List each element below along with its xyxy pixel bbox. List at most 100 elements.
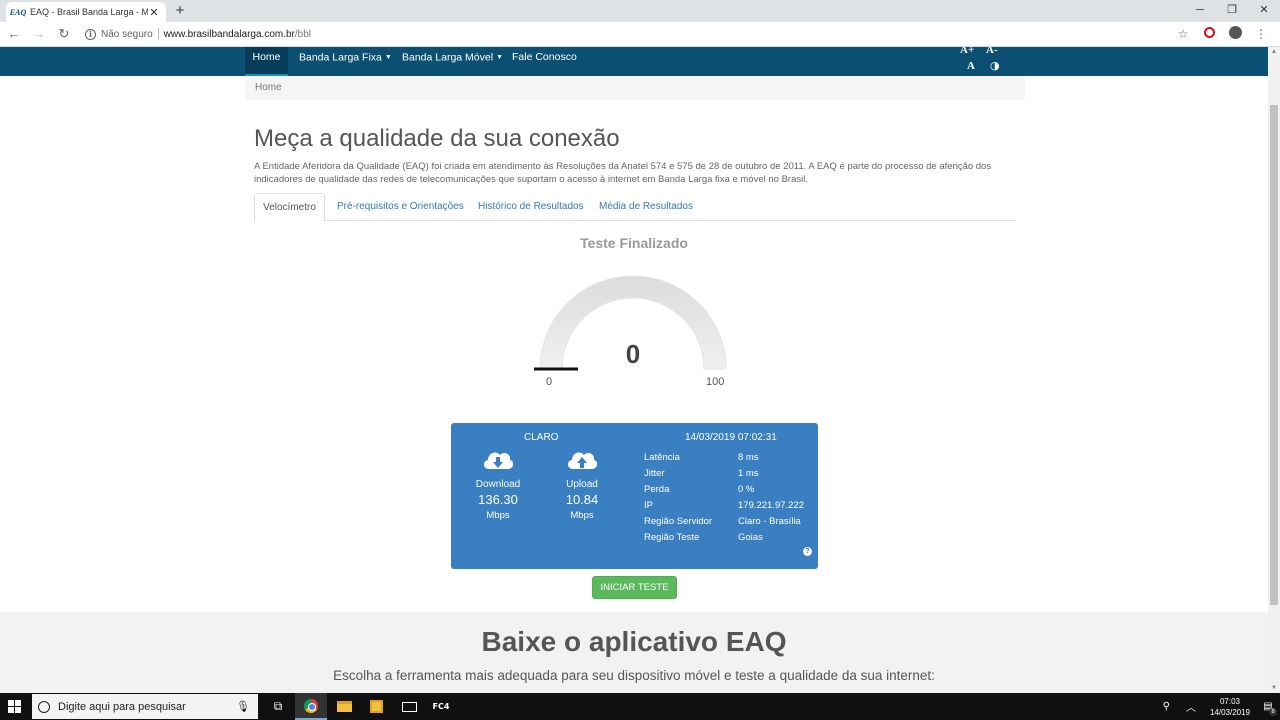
gauge-min-label: 0 xyxy=(546,376,553,388)
page-intro: A Entidade Aferidora da Qualidade (EAQ) … xyxy=(254,161,992,185)
microphone-icon[interactable]: 🎙 xyxy=(236,700,250,713)
help-icon[interactable]: ? xyxy=(803,547,812,556)
back-button[interactable]: ← xyxy=(3,23,25,45)
tab-media[interactable]: Média de Resultados xyxy=(599,193,693,221)
fc4-label: FC4 xyxy=(432,702,450,711)
page-scrollbar[interactable]: ▲ ▼ xyxy=(1268,47,1280,693)
font-reset-button[interactable]: A xyxy=(967,60,975,72)
forward-button[interactable]: → xyxy=(28,23,50,45)
cortana-icon xyxy=(38,700,50,713)
window-controls: ─ ❐ ✕ xyxy=(1184,0,1280,22)
browser-tab[interactable]: EAQ EAQ - Brasil Banda Larga - Meça ✕ xyxy=(6,2,166,22)
metric-key: Latência xyxy=(644,452,680,463)
taskbar-search-placeholder: Digite aqui para pesquisar xyxy=(58,700,186,713)
metric-key: Região Servidor xyxy=(644,516,713,527)
system-tray: ⚲ ︿ 07:03 14/03/2019 ▤ 8 xyxy=(1155,693,1280,720)
download-result: Download 136.30 Mbps xyxy=(463,447,533,521)
taskbar-clock[interactable]: 07:03 14/03/2019 xyxy=(1210,696,1250,718)
nav-banda-larga-movel[interactable]: Banda Larga Móvel ▼ xyxy=(402,47,503,76)
upload-result: Upload 10.84 Mbps xyxy=(547,447,617,521)
download-label: Download xyxy=(475,479,521,490)
font-increase-button[interactable]: A+ xyxy=(960,47,974,56)
tab-pre-requisitos[interactable]: Pré-requisitos e Orientações xyxy=(337,193,464,221)
network-icon[interactable]: ⚲ xyxy=(1163,701,1170,712)
reload-button[interactable]: ↻ xyxy=(53,23,75,45)
profile-avatar-icon[interactable] xyxy=(1222,26,1248,42)
close-window-button[interactable]: ✕ xyxy=(1248,0,1280,22)
tab-historico[interactable]: Histórico de Resultados xyxy=(478,193,584,221)
tab-close-icon[interactable]: ✕ xyxy=(148,6,160,19)
taskbar-search[interactable]: Digite aqui para pesquisar 🎙 xyxy=(32,694,258,719)
scroll-up-icon[interactable]: ▲ xyxy=(1268,47,1280,57)
metric-value: Claro - Brasília xyxy=(738,516,801,527)
metric-row: Jitter 1 ms xyxy=(644,466,804,482)
download-value: 136.30 xyxy=(478,492,518,507)
store-icon[interactable] xyxy=(360,693,392,720)
result-panel: CLARO 14/03/2019 07:02:31 Download 136.3… xyxy=(451,423,818,569)
nav-banda-larga-fixa[interactable]: Banda Larga Fixa ▼ xyxy=(299,47,392,76)
windows-taskbar: Digite aqui para pesquisar 🎙 ⧉ FC4 ⚲ ︿ 0… xyxy=(0,693,1280,720)
file-explorer-icon[interactable] xyxy=(328,693,360,720)
metric-value: 8 ms xyxy=(738,452,759,463)
cloud-upload-icon xyxy=(567,452,598,469)
app-section-subtitle: Escolha a ferramenta mais adequada para … xyxy=(333,668,935,683)
start-test-button[interactable]: INICIAR TESTE xyxy=(592,576,677,599)
new-tab-button[interactable]: + xyxy=(172,2,188,20)
gauge-value: 0 xyxy=(625,339,641,369)
provider-name: CLARO xyxy=(524,432,559,443)
upload-value: 10.84 xyxy=(565,492,599,507)
task-view-icon[interactable]: ⧉ xyxy=(262,693,294,720)
nav-banda-larga-movel-label: Banda Larga Móvel xyxy=(402,51,494,64)
metric-value: 1 ms xyxy=(738,468,759,479)
tray-chevron-icon[interactable]: ︿ xyxy=(1186,699,1196,714)
metrics-list: Latência 8 ms Jitter 1 ms Perda 0 % IP 1… xyxy=(644,450,804,546)
nav-banda-larga-fixa-label: Banda Larga Fixa xyxy=(299,51,382,64)
test-tabs: Velocímetro Pré-requisitos e Orientações… xyxy=(254,193,1016,222)
nav-fale-conosco[interactable]: Fale Conosco xyxy=(512,47,577,76)
download-unit: Mbps xyxy=(486,510,510,521)
url-host: www.brasilbandalarga.com.br xyxy=(163,28,295,40)
page-viewport: Home Banda Larga Fixa ▼ Banda Larga Móvel… xyxy=(0,47,1268,693)
metric-value: 179.221.97.222 xyxy=(738,500,805,511)
metric-value: Goias xyxy=(738,532,763,543)
browser-toolbar: ← → ↻ i Não seguro www.brasilbandalarga.… xyxy=(0,22,1280,47)
windows-start-icon[interactable] xyxy=(8,700,22,714)
clock-time: 07:03 xyxy=(1219,696,1240,706)
tab-velocimetro[interactable]: Velocímetro xyxy=(254,193,325,222)
clock-date: 14/03/2019 xyxy=(1209,707,1250,717)
address-separator xyxy=(157,28,159,40)
caret-down-icon: ▼ xyxy=(496,54,503,61)
chrome-taskbar-icon[interactable] xyxy=(295,693,327,720)
bookmark-star-icon[interactable]: ☆ xyxy=(1170,27,1196,41)
contrast-icon[interactable]: ◑ xyxy=(990,59,1000,72)
upload-unit: Mbps xyxy=(570,510,594,521)
fc4-app-icon[interactable]: FC4 xyxy=(425,693,457,720)
metric-key: Jitter xyxy=(644,468,665,479)
scroll-thumb[interactable] xyxy=(1270,105,1278,605)
notification-count: 8 xyxy=(1269,708,1277,716)
info-icon[interactable]: i xyxy=(85,28,96,40)
gauge-max-label: 100 xyxy=(706,376,725,388)
metric-row: Região Servidor Claro - Brasília xyxy=(644,514,804,530)
app-download-section: Baixe o aplicativo EAQ Escolha a ferrame… xyxy=(0,612,1268,693)
restore-button[interactable]: ❐ xyxy=(1216,0,1248,22)
security-label: Não seguro xyxy=(101,28,153,40)
notification-center-icon[interactable]: ▤ 8 xyxy=(1256,701,1280,716)
minimize-button[interactable]: ─ xyxy=(1184,0,1216,22)
browser-menu-icon[interactable]: ⋮ xyxy=(1248,27,1274,41)
metric-row: Perda 0 % xyxy=(644,482,804,498)
url-path: /bbl xyxy=(294,28,311,40)
metric-value: 0 % xyxy=(738,484,755,495)
address-bar[interactable]: i Não seguro www.brasilbandalarga.com.br… xyxy=(85,24,1170,44)
site-navbar: Home Banda Larga Fixa ▼ Banda Larga Móvel… xyxy=(0,47,1268,76)
breadcrumb-home: Home xyxy=(255,82,282,93)
app-section-title: Baixe o aplicativo EAQ xyxy=(481,626,787,657)
scroll-down-icon[interactable]: ▼ xyxy=(1268,683,1280,693)
opera-extension-icon[interactable] xyxy=(1196,27,1222,41)
toolbar-actions: ☆ ⋮ xyxy=(1170,26,1274,42)
page-title: Meça a qualidade da sua conexão xyxy=(254,125,620,152)
nav-home[interactable]: Home xyxy=(245,47,288,76)
metric-row: IP 179.221.97.222 xyxy=(644,498,804,514)
mail-icon[interactable] xyxy=(393,693,425,720)
font-decrease-button[interactable]: A- xyxy=(986,47,998,56)
